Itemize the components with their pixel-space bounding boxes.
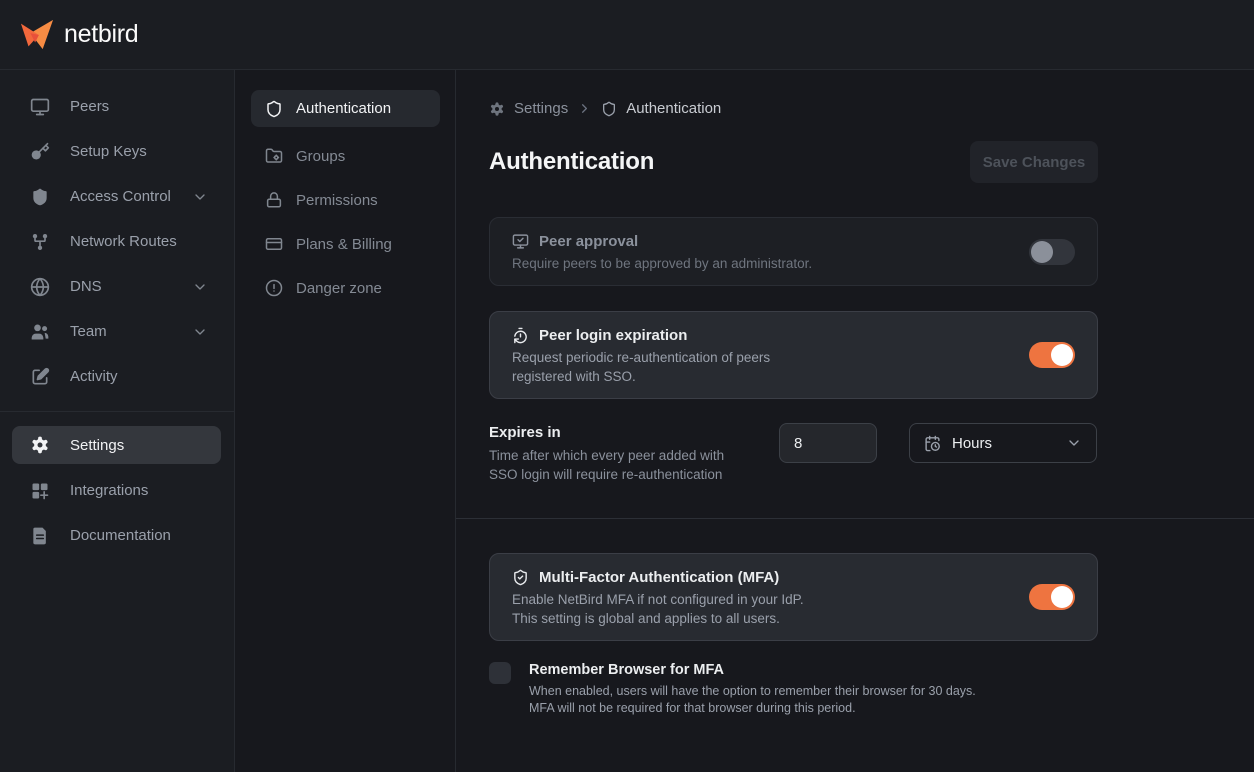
sidebar-item-setup-keys[interactable]: Setup Keys [0,129,234,174]
chevron-down-icon[interactable] [192,324,208,340]
sidebar-item-peers[interactable]: Peers [0,84,234,129]
lock-icon [265,191,283,209]
chevron-down-icon[interactable] [192,279,208,295]
peer-approval-toggle[interactable] [1029,239,1075,265]
shield-check-icon [512,569,529,586]
sidebar-item-access-control[interactable]: Access Control [0,174,234,219]
mfa-toggle[interactable] [1029,584,1075,610]
peer-login-expiration-title: Peer login expiration [539,327,687,344]
timer-reset-icon [512,327,529,344]
sidebar-item-label: Integrations [70,482,148,499]
sidebar-item-activity[interactable]: Activity [0,354,234,399]
chevron-right-icon [577,101,592,116]
sidebar-item-label: Settings [70,437,124,454]
top-bar: netbird [0,0,1254,70]
sidebar-item-label: Documentation [70,527,171,544]
sidebar-item-label: Peers [70,98,109,115]
shield-outline-icon [601,101,617,117]
gear-icon [30,435,50,455]
mfa-description-line1: Enable NetBird MFA if not configured in … [512,592,804,607]
mfa-card: Multi-Factor Authentication (MFA) Enable… [489,553,1098,641]
toggle-knob [1051,586,1073,608]
users-icon [30,322,50,342]
breadcrumb-settings-link[interactable]: Settings [514,100,568,117]
breadcrumb-authentication-link[interactable]: Authentication [626,100,721,117]
toggle-knob [1031,241,1053,263]
mfa-title: Multi-Factor Authentication (MFA) [539,569,779,586]
monitor-check-icon [512,233,529,250]
network-fork-icon [30,232,50,252]
peer-approval-title: Peer approval [539,233,638,250]
remember-browser-description-line2: MFA will not be required for that browse… [529,701,856,715]
save-changes-button[interactable]: Save Changes [970,141,1098,183]
primary-sidebar: Peers Setup Keys Access Control Network … [0,70,235,772]
peer-login-expiration-toggle[interactable] [1029,342,1075,368]
folder-cog-icon [265,147,283,165]
main-content: Settings Authentication Authentication S… [456,70,1254,772]
chevron-down-icon[interactable] [192,189,208,205]
shield-outline-icon [265,100,283,118]
settings-nav-label: Permissions [296,192,378,209]
expires-in-description: Time after which every peer added with S… [489,446,754,484]
remember-browser-description-line1: When enabled, users will have the option… [529,684,976,698]
globe-icon [30,277,50,297]
sidebar-item-settings[interactable]: Settings [12,426,221,464]
sidebar-divider [0,411,234,412]
sidebar-item-dns[interactable]: DNS [0,264,234,309]
peer-approval-card: Peer approval Require peers to be approv… [489,217,1098,286]
settings-nav-authentication[interactable]: Authentication [251,90,440,127]
sidebar-item-documentation[interactable]: Documentation [0,513,234,558]
settings-nav-label: Danger zone [296,280,382,297]
netbird-brand[interactable]: netbird [18,18,138,52]
breadcrumb: Settings Authentication [489,100,1098,117]
document-icon [30,526,50,546]
settings-nav-label: Authentication [296,100,391,117]
page-title: Authentication [489,148,654,176]
peer-approval-description: Require peers to be approved by an admin… [512,254,812,273]
sidebar-item-label: Network Routes [70,233,177,250]
app-window: netbird Peers Setup Keys Access Control … [0,0,1254,772]
settings-nav-permissions[interactable]: Permissions [235,178,455,222]
alert-circle-icon [265,279,283,297]
sidebar-item-label: DNS [70,278,102,295]
key-icon [30,142,50,162]
sidebar-item-label: Access Control [70,188,171,205]
remember-browser-row: Remember Browser for MFA When enabled, u… [489,661,1098,716]
note-pencil-icon [30,367,50,387]
gear-icon [489,101,505,117]
toggle-knob [1051,344,1073,366]
remember-browser-checkbox[interactable] [489,662,511,684]
expires-in-value-input[interactable] [779,423,877,463]
netbird-logo-icon [18,18,56,52]
settings-nav-plans-billing[interactable]: Plans & Billing [235,222,455,266]
remember-browser-title: Remember Browser for MFA [529,661,976,680]
shield-icon [30,187,50,207]
settings-nav-danger-zone[interactable]: Danger zone [235,266,455,310]
expires-in-unit-select[interactable]: Hours [909,423,1097,463]
chevron-down-icon [1066,435,1082,451]
peer-login-expiration-description: Request periodic re-authentication of pe… [512,348,812,386]
settings-sidebar: Authentication Groups Permissions Plans … [235,70,456,772]
settings-nav-label: Groups [296,148,345,165]
blocks-plus-icon [30,481,50,501]
expires-in-unit-value: Hours [952,435,992,452]
expires-in-row: Expires in Time after which every peer a… [489,423,1098,484]
mfa-description-line2: This setting is global and applies to al… [512,611,780,626]
monitor-icon [30,97,50,117]
settings-nav-groups[interactable]: Groups [235,134,455,178]
sidebar-item-integrations[interactable]: Integrations [0,468,234,513]
sidebar-item-network-routes[interactable]: Network Routes [0,219,234,264]
calendar-clock-icon [924,435,941,452]
peer-login-expiration-card: Peer login expiration Request periodic r… [489,311,1098,399]
credit-card-icon [265,235,283,253]
settings-nav-label: Plans & Billing [296,236,392,253]
section-divider [456,518,1254,519]
sidebar-item-label: Team [70,323,107,340]
sidebar-item-label: Setup Keys [70,143,147,160]
brand-name: netbird [64,20,138,49]
sidebar-item-label: Activity [70,368,118,385]
expires-in-label: Expires in [489,423,779,443]
sidebar-item-team[interactable]: Team [0,309,234,354]
